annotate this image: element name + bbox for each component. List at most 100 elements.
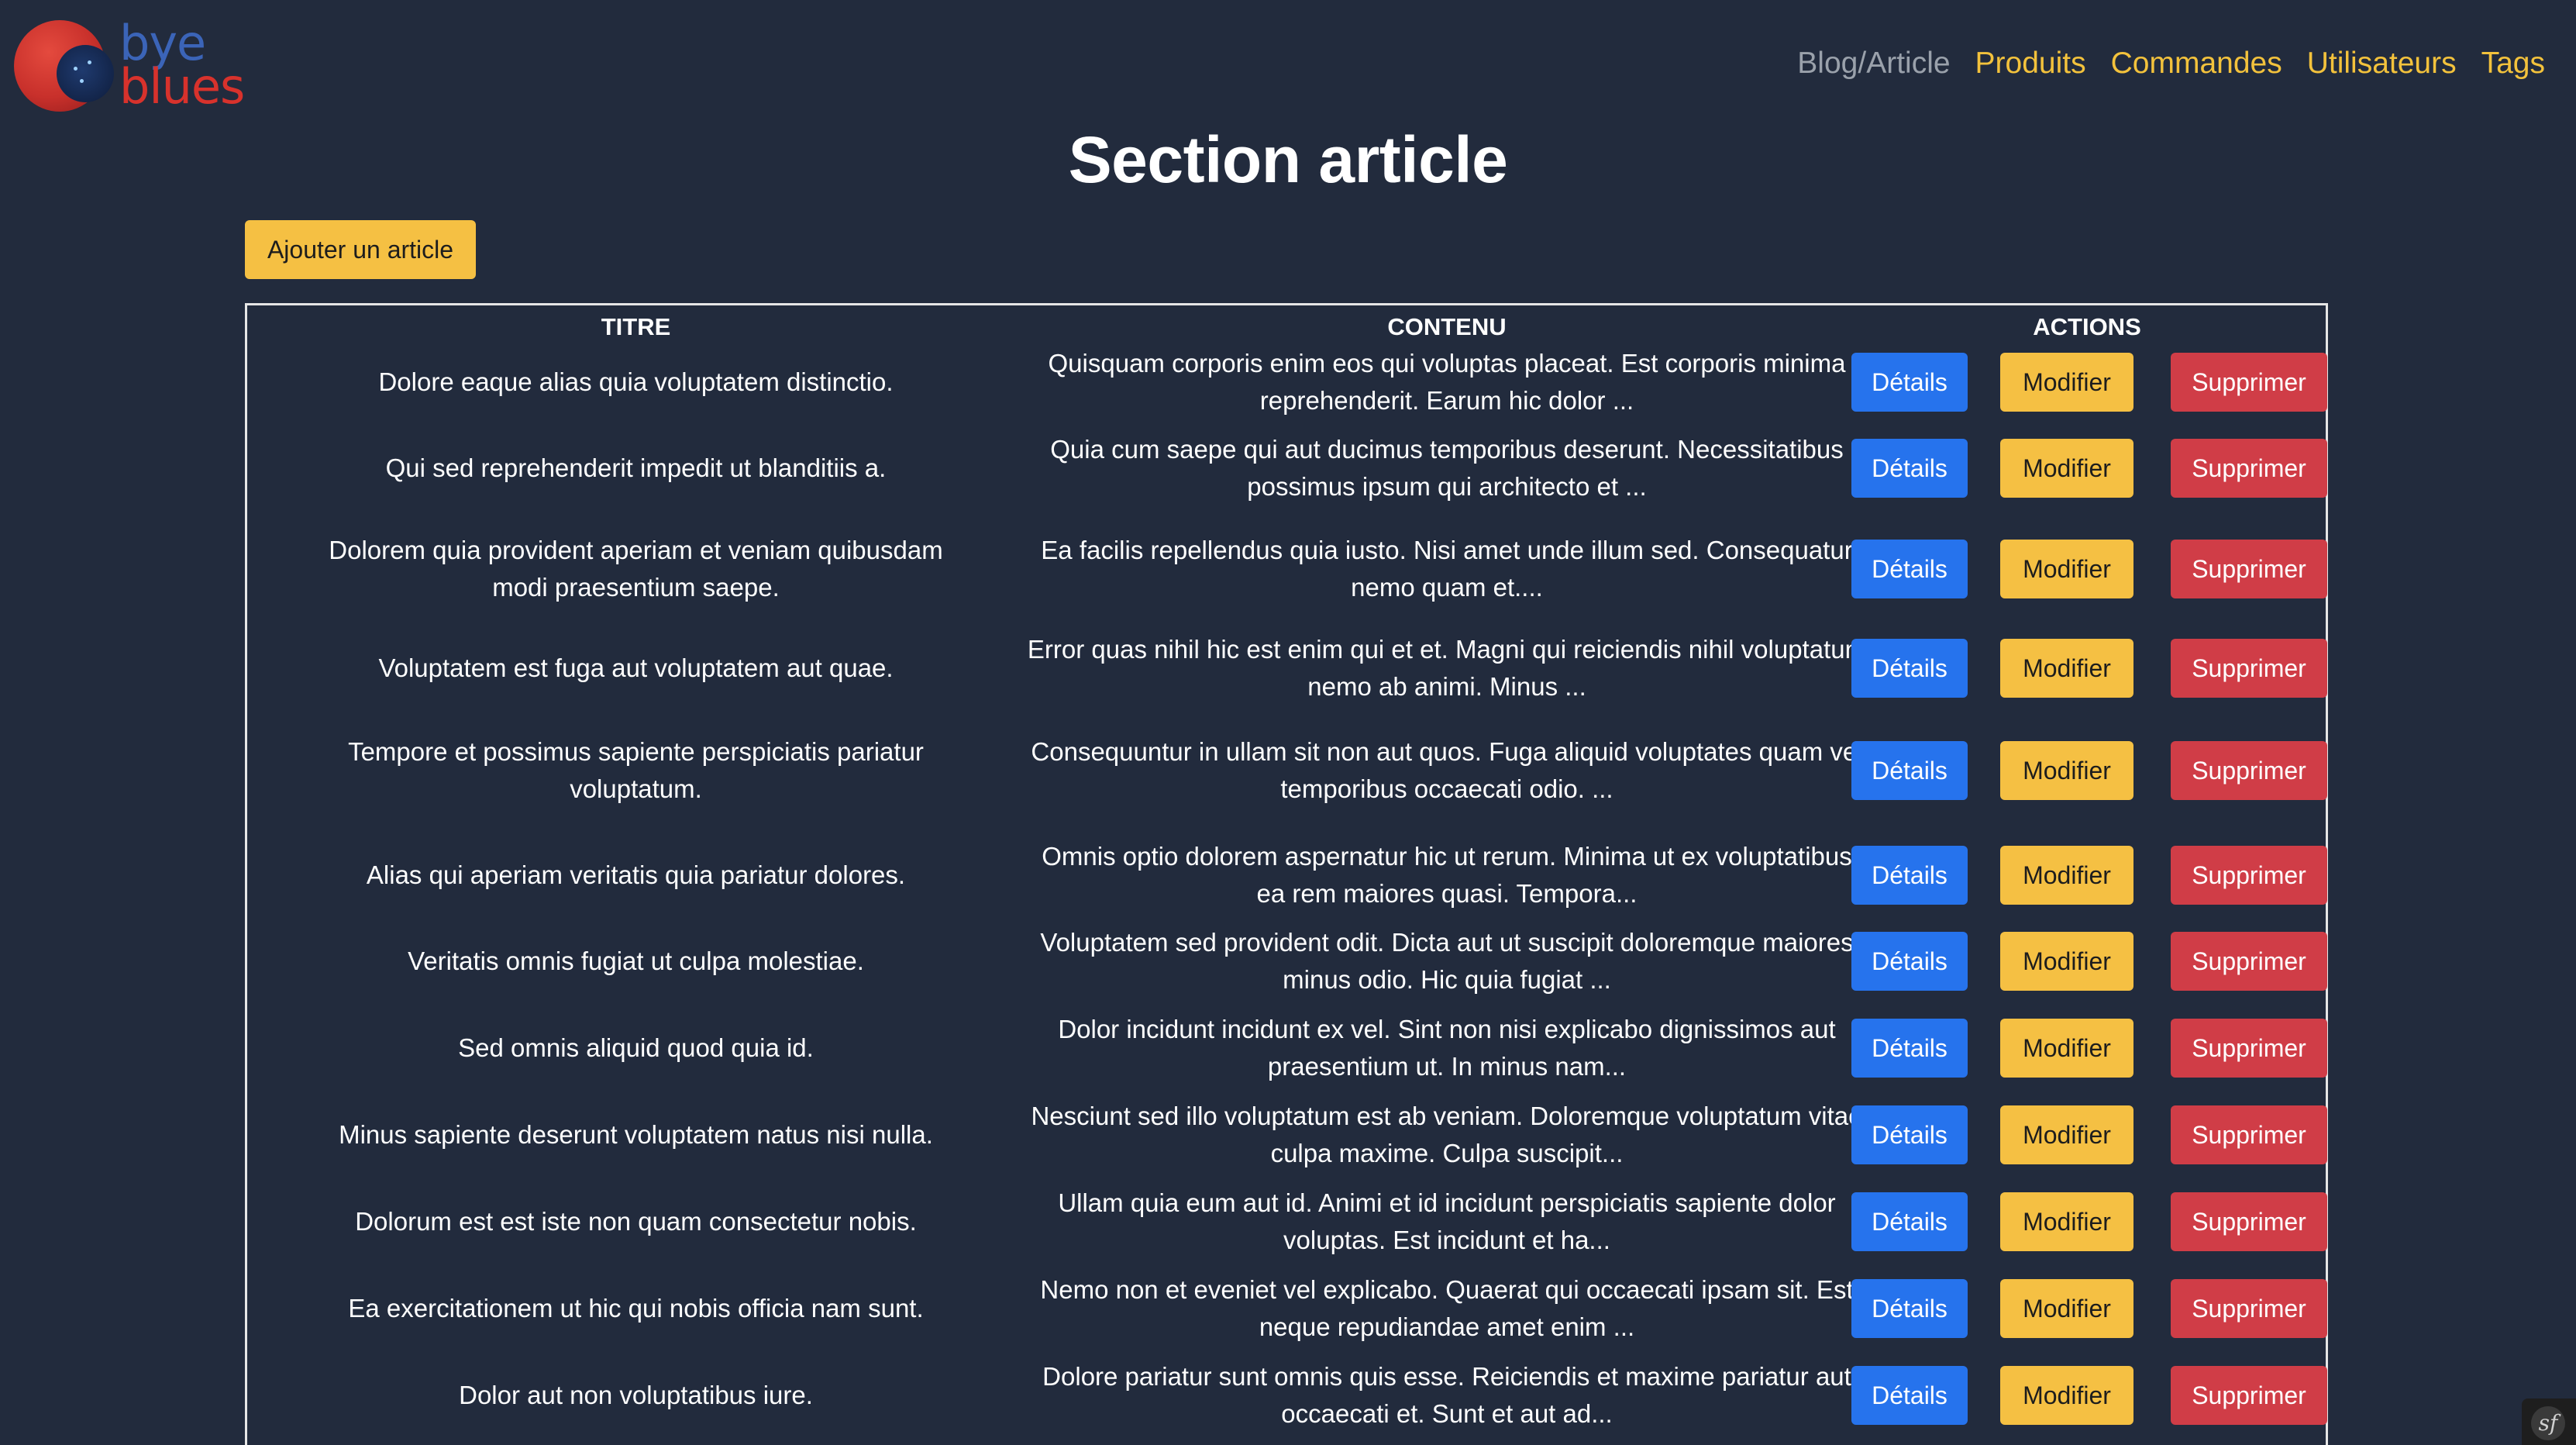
edit-button[interactable]: Modifier	[2000, 540, 2133, 598]
delete-button[interactable]: Supprimer	[2171, 1105, 2327, 1164]
brand-logo[interactable]: bye blues	[12, 17, 253, 116]
details-button[interactable]: Détails	[1851, 639, 1968, 698]
delete-button[interactable]: Supprimer	[2171, 353, 2327, 412]
delete-button[interactable]: Supprimer	[2171, 932, 2327, 991]
article-content-cell: Consequuntur in ullam sit non aut quos. …	[1025, 716, 1869, 825]
article-content-cell: Dolore pariatur sunt omnis quis esse. Re…	[1025, 1355, 1869, 1436]
details-button[interactable]: Détails	[1851, 846, 1968, 905]
nav-link-produits[interactable]: Produits	[1975, 47, 2086, 81]
delete-button[interactable]: Supprimer	[2171, 1192, 2327, 1251]
table-row: Qui sed reprehenderit impedit ut blandit…	[247, 428, 2327, 509]
article-actions-cell: Détails Modifier Supprimer	[1851, 1182, 2329, 1261]
article-content-cell: Error quas nihil hic est enim qui et et.…	[1025, 629, 1869, 707]
article-title-cell: Ea exercitationem ut hic qui nobis offic…	[247, 1269, 1025, 1348]
edit-button[interactable]: Modifier	[2000, 639, 2133, 698]
table-row: Dolorem quia provident aperiam et veniam…	[247, 515, 2327, 623]
article-title-cell: Veritatis omnis fugiat ut culpa molestia…	[247, 922, 1025, 1001]
article-actions-cell: Détails Modifier Supprimer	[1851, 343, 2329, 422]
article-title-cell: Dolorem quia provident aperiam et veniam…	[247, 515, 1025, 623]
table-row: Dolor aut non voluptatibus iure. Dolore p…	[247, 1355, 2329, 1436]
edit-button[interactable]: Modifier	[2000, 1019, 2133, 1078]
article-content-cell: Omnis optio dolorem aspernatur hic ut re…	[1025, 836, 1869, 915]
article-title: Ea exercitationem ut hic qui nobis offic…	[348, 1294, 924, 1323]
article-title: Dolorem quia provident aperiam et veniam…	[329, 536, 943, 602]
delete-button[interactable]: Supprimer	[2171, 741, 2327, 800]
table-row: Voluptatem est fuga aut voluptatem aut q…	[247, 629, 2327, 707]
delete-button[interactable]: Supprimer	[2171, 846, 2327, 905]
edit-button[interactable]: Modifier	[2000, 846, 2133, 905]
article-title-cell: Qui sed reprehenderit impedit ut blandit…	[247, 428, 1025, 509]
article-actions-cell: Détails Modifier Supprimer	[1851, 1269, 2329, 1348]
details-button[interactable]: Détails	[1851, 1192, 1968, 1251]
details-button[interactable]: Détails	[1851, 540, 1968, 598]
table-row: Alias qui aperiam veritatis quia pariatu…	[247, 836, 2329, 915]
logo-word-blues: blues	[119, 58, 245, 115]
article-title-cell: Tempore et possimus sapiente perspiciati…	[247, 716, 1025, 825]
article-title-cell: Dolore eaque alias quia voluptatem disti…	[247, 343, 1025, 422]
article-actions-cell: Détails Modifier Supprimer	[1851, 1009, 2329, 1088]
article-actions-cell: Détails Modifier Supprimer	[1851, 1355, 2329, 1436]
table-row: Ea exercitationem ut hic qui nobis offic…	[247, 1269, 2329, 1348]
delete-button[interactable]: Supprimer	[2171, 1279, 2327, 1338]
delete-button[interactable]: Supprimer	[2171, 540, 2327, 598]
article-title: Dolorum est est iste non quam consectetu…	[355, 1207, 917, 1236]
edit-button[interactable]: Modifier	[2000, 439, 2133, 498]
article-excerpt: Dolore pariatur sunt omnis quis esse. Re…	[1042, 1362, 1851, 1428]
nav-link-tags[interactable]: Tags	[2481, 47, 2545, 81]
edit-button[interactable]: Modifier	[2000, 1105, 2133, 1164]
article-content-cell: Ea facilis repellendus quia iusto. Nisi …	[1025, 515, 1869, 623]
article-actions-cell: Détails Modifier Supprimer	[1851, 716, 2329, 825]
article-title: Qui sed reprehenderit impedit ut blandit…	[385, 454, 887, 482]
article-excerpt: Quia cum saepe qui aut ducimus temporibu…	[1050, 435, 1844, 501]
article-excerpt: Ullam quia eum aut id. Animi et id incid…	[1058, 1188, 1836, 1254]
details-button[interactable]: Détails	[1851, 1279, 1968, 1338]
article-actions-cell: Détails Modifier Supprimer	[1851, 922, 2329, 1001]
delete-button[interactable]: Supprimer	[2171, 1366, 2327, 1425]
article-excerpt: Omnis optio dolorem aspernatur hic ut re…	[1042, 842, 1852, 908]
nav-link-commandes[interactable]: Commandes	[2111, 47, 2282, 81]
edit-button[interactable]: Modifier	[2000, 932, 2133, 991]
article-actions-cell: Détails Modifier Supprimer	[1851, 836, 2329, 915]
nav-link-utilisateurs[interactable]: Utilisateurs	[2307, 47, 2457, 81]
details-button[interactable]: Détails	[1851, 1366, 1968, 1425]
article-title: Dolor aut non voluptatibus iure.	[459, 1381, 813, 1409]
symfony-icon: sf	[2531, 1406, 2565, 1440]
table-row: Dolore eaque alias quia voluptatem disti…	[247, 343, 2329, 422]
article-actions-cell: Détails Modifier Supprimer	[1851, 1095, 2329, 1174]
delete-button[interactable]: Supprimer	[2171, 1019, 2327, 1078]
article-title: Alias qui aperiam veritatis quia pariatu…	[366, 860, 906, 889]
details-button[interactable]: Détails	[1851, 741, 1968, 800]
article-content-cell: Nemo non et eveniet vel explicabo. Quaer…	[1025, 1269, 1869, 1348]
article-title: Sed omnis aliquid quod quia id.	[458, 1033, 814, 1062]
article-excerpt: Quisquam corporis enim eos qui voluptas …	[1048, 349, 1846, 415]
edit-button[interactable]: Modifier	[2000, 741, 2133, 800]
article-content-cell: Quia cum saepe qui aut ducimus temporibu…	[1025, 428, 1869, 509]
article-excerpt: Error quas nihil hic est enim qui et et.…	[1027, 635, 1867, 701]
details-button[interactable]: Détails	[1851, 439, 1968, 498]
details-button[interactable]: Détails	[1851, 932, 1968, 991]
article-title: Veritatis omnis fugiat ut culpa molestia…	[408, 947, 864, 975]
edit-button[interactable]: Modifier	[2000, 353, 2133, 412]
articles-table: TITRE CONTENU ACTIONS Dolore eaque alias…	[245, 303, 2328, 1445]
article-content-cell: Quisquam corporis enim eos qui voluptas …	[1025, 343, 1869, 422]
column-header-title: TITRE	[601, 313, 671, 340]
table-row: Dolorum est est iste non quam consectetu…	[247, 1182, 2329, 1261]
delete-button[interactable]: Supprimer	[2171, 639, 2327, 698]
edit-button[interactable]: Modifier	[2000, 1366, 2133, 1425]
column-header-content: CONTENU	[1387, 313, 1507, 340]
add-article-button[interactable]: Ajouter un article	[245, 220, 476, 279]
article-content-cell: Dolor incidunt incidunt ex vel. Sint non…	[1025, 1009, 1869, 1088]
article-excerpt: Ea facilis repellendus quia iusto. Nisi …	[1041, 536, 1853, 602]
details-button[interactable]: Détails	[1851, 1105, 1968, 1164]
details-button[interactable]: Détails	[1851, 353, 1968, 412]
article-excerpt: Nesciunt sed illo voluptatum est ab veni…	[1031, 1102, 1863, 1167]
symfony-toolbar-toggle[interactable]: sf	[2522, 1398, 2576, 1445]
nav-link-blog-article[interactable]: Blog/Article	[1797, 47, 1950, 81]
details-button[interactable]: Détails	[1851, 1019, 1968, 1078]
delete-button[interactable]: Supprimer	[2171, 439, 2327, 498]
table-row: Minus sapiente deserunt voluptatem natus…	[247, 1095, 2329, 1174]
edit-button[interactable]: Modifier	[2000, 1192, 2133, 1251]
article-content-cell: Voluptatem sed provident odit. Dicta aut…	[1025, 922, 1869, 1001]
edit-button[interactable]: Modifier	[2000, 1279, 2133, 1338]
article-title-cell: Dolorum est est iste non quam consectetu…	[247, 1182, 1025, 1261]
